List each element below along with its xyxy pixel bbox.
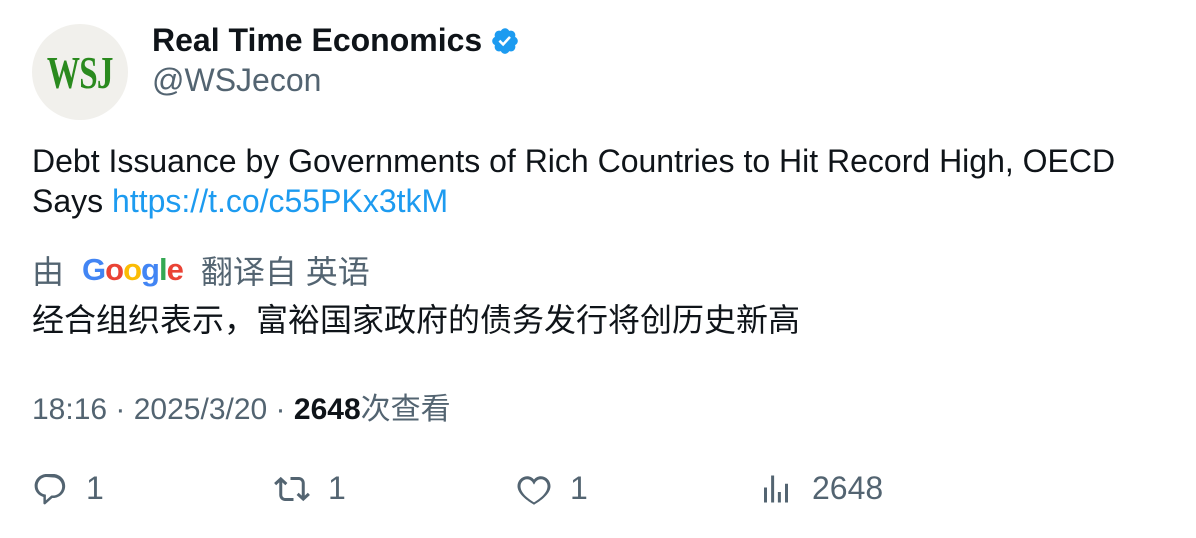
verified-badge-icon [492,27,519,54]
translation-attribution: 由 Google 翻译自 英语 [32,247,370,293]
author-handle[interactable]: @WSJecon [152,62,321,99]
avatar[interactable]: WSJ [32,24,128,120]
translation-prefix: 由 [32,254,65,290]
tweet-time[interactable]: 18:16 [32,393,107,426]
author-name[interactable]: Real Time Economics [152,22,520,59]
like-count: 1 [570,470,588,506]
tweet-meta: 18:16 · 2025/3/20 · 2648次查看 [32,384,451,428]
retweet-icon [274,476,310,501]
tweet-date[interactable]: 2025/3/20 [134,393,267,426]
views-button[interactable]: 2648 [758,470,883,507]
separator: · [107,393,134,426]
views-label: 次查看 [360,393,451,426]
heart-icon [517,475,551,505]
reply-icon [34,473,66,504]
author-name-text: Real Time Economics [152,22,483,58]
translation-suffix: 翻译自 英语 [200,254,370,290]
retweet-button[interactable]: 1 [274,470,346,507]
view-count: 2648 [293,393,361,426]
reply-button[interactable]: 1 [32,470,104,507]
reply-count: 1 [86,470,104,506]
like-button[interactable]: 1 [516,470,588,507]
wsj-logo: WSJ [47,46,114,98]
translated-text: 经合组织表示，富裕国家政府的债务发行将创历史新高 [32,302,801,338]
analytics-icon [764,475,788,502]
retweet-count: 1 [328,470,346,506]
tweet-link[interactable]: https://t.co/c55PKx3tkM [112,183,448,219]
separator: · [267,393,294,426]
views-count: 2648 [812,470,884,506]
tweet-text: Debt Issuance by Governments of Rich Cou… [32,141,1162,221]
google-logo: Google [82,252,184,287]
